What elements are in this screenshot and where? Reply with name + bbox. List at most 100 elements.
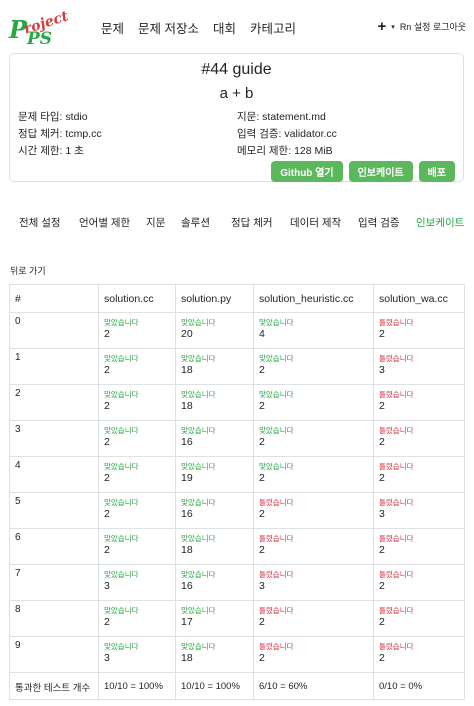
verdict-label: 맞았습니다: [104, 354, 139, 363]
result-cell: 틀렸습니다 3: [373, 348, 465, 385]
chevron-down-icon[interactable]: ▾: [391, 23, 395, 31]
test-id: 8: [9, 600, 99, 637]
github-open-button[interactable]: Github 열기: [271, 161, 343, 182]
back-link[interactable]: 뒤로 가기: [10, 264, 46, 277]
tab-solutions[interactable]: 솔루션: [181, 215, 210, 230]
column-header: solution_heuristic.cc: [253, 284, 374, 313]
validator-label: 입력 검증:: [237, 128, 282, 140]
checker: 정답 체커: tcmp.cc: [18, 126, 102, 141]
plus-icon[interactable]: +: [378, 19, 387, 34]
verdict-label: 맞았습니다: [181, 498, 216, 507]
validator: 입력 검증: validator.cc: [237, 126, 337, 141]
verdict-label: 틀렸습니다: [379, 534, 414, 543]
nav-right: + ▾ Rn 설정 로그아웃: [378, 19, 466, 34]
result-cell: 맞았습니다 2: [253, 384, 374, 421]
nav-link-contests[interactable]: 대회: [213, 18, 236, 37]
tab-validator[interactable]: 입력 검증: [358, 215, 400, 230]
problem-type: 문제 타입: stdio: [18, 109, 88, 124]
result-value: 2: [379, 616, 385, 628]
validator-value: validator.cc: [284, 128, 337, 140]
result-cell: 맞았습니다 16: [175, 420, 254, 457]
result-cell: 틀렸습니다 2: [253, 528, 374, 565]
table-row: 0 맞았습니다 2 맞았습니다 20 맞았습니다 4 틀렸습니다 2: [9, 312, 465, 349]
logo[interactable]: P roject PS: [6, 4, 76, 46]
statement-value: statement.md: [262, 111, 326, 123]
verdict-label: 틀렸습니다: [259, 570, 294, 579]
verdict-label: 틀렸습니다: [379, 462, 414, 471]
tab-statement[interactable]: 지문: [146, 215, 165, 230]
result-value: 4: [259, 328, 265, 340]
result-cell: 맞았습니다 2: [98, 348, 176, 385]
result-value: 16: [181, 508, 193, 520]
result-value: 2: [379, 544, 385, 556]
verdict-label: 맞았습니다: [104, 570, 139, 579]
result-value: 2: [259, 436, 265, 448]
statement-label: 지문:: [237, 111, 260, 123]
card-buttons: Github 열기 인보케이트 배포: [271, 161, 455, 182]
result-value: 19: [181, 472, 193, 484]
checker-label: 정답 체커:: [18, 128, 63, 140]
table-row: 8 맞았습니다 2 맞았습니다 17 틀렸습니다 2 틀렸습니다 2: [9, 600, 465, 637]
nav-link-problems[interactable]: 문제: [101, 18, 124, 37]
result-cell: 맞았습니다 4: [253, 312, 374, 349]
result-cell: 맞았습니다 18: [175, 348, 254, 385]
tab-invoke[interactable]: 인보케이트: [416, 215, 464, 230]
result-cell: 맞았습니다 2: [98, 312, 176, 349]
test-id: 1: [9, 348, 99, 385]
verdict-label: 맞았습니다: [181, 318, 216, 327]
result-cell: 맞았습니다 16: [175, 564, 254, 601]
result-value: 18: [181, 400, 193, 412]
result-value: 3: [379, 508, 385, 520]
test-id: 2: [9, 384, 99, 421]
table-row: 3 맞았습니다 2 맞았습니다 16 맞았습니다 2 틀렸습니다 2: [9, 420, 465, 457]
result-cell: 틀렸습니다 2: [373, 384, 465, 421]
result-value: 2: [379, 472, 385, 484]
result-value: 2: [259, 652, 265, 664]
result-value: 2: [259, 544, 265, 556]
result-value: 3: [104, 580, 110, 592]
column-header: solution.cc: [98, 284, 176, 313]
result-value: 2: [259, 400, 265, 412]
passed-count: 0/10 = 0%: [373, 672, 465, 700]
result-cell: 맞았습니다 2: [98, 420, 176, 457]
verdict-label: 틀렸습니다: [379, 354, 414, 363]
result-cell: 틀렸습니다 2: [373, 600, 465, 637]
result-cell: 틀렸습니다 3: [373, 492, 465, 529]
verdict-label: 맞았습니다: [104, 534, 139, 543]
invoke-button[interactable]: 인보케이트: [348, 161, 413, 182]
passed-count: 6/10 = 60%: [253, 672, 374, 700]
tab-data-generation[interactable]: 데이터 제작: [290, 215, 341, 230]
test-id: 3: [9, 420, 99, 457]
result-value: 2: [379, 328, 385, 340]
table-row: 4 맞았습니다 2 맞았습니다 19 맞았습니다 2 틀렸습니다 2: [9, 456, 465, 493]
result-value: 2: [379, 400, 385, 412]
passed-count: 10/10 = 100%: [98, 672, 176, 700]
top-nav: P roject PS 문제 문제 저장소 대회 카테고리 + ▾ Rn 설정 …: [0, 0, 474, 52]
verdict-label: 맞았습니다: [181, 462, 216, 471]
result-value: 2: [104, 544, 110, 556]
verdict-label: 맞았습니다: [259, 354, 294, 363]
nav-link-repository[interactable]: 문제 저장소: [138, 18, 199, 37]
result-value: 2: [259, 616, 265, 628]
tab-general[interactable]: 전체 설정: [19, 215, 61, 230]
problem-title: #44 guide: [201, 61, 272, 78]
result-cell: 맞았습니다 3: [98, 564, 176, 601]
table-row: 7 맞았습니다 3 맞았습니다 16 틀렸습니다 3 틀렸습니다 2: [9, 564, 465, 601]
user-menu[interactable]: Rn 설정 로그아웃: [400, 20, 466, 33]
result-value: 2: [104, 328, 110, 340]
verdict-label: 맞았습니다: [104, 642, 139, 651]
tab-checker[interactable]: 정답 체커: [231, 215, 273, 230]
result-cell: 틀렸습니다 2: [253, 600, 374, 637]
verdict-label: 맞았습니다: [181, 426, 216, 435]
result-value: 16: [181, 436, 193, 448]
result-value: 2: [379, 652, 385, 664]
svg-text:PS: PS: [26, 29, 52, 46]
memory-limit: 메모리 제한: 128 MiB: [237, 143, 333, 158]
nav-link-categories[interactable]: 카테고리: [250, 18, 296, 37]
result-cell: 틀렸습니다 2: [253, 492, 374, 529]
result-value: 18: [181, 544, 193, 556]
tab-language-limits[interactable]: 언어별 제한: [79, 215, 130, 230]
deploy-button[interactable]: 배포: [418, 161, 455, 182]
verdict-label: 틀렸습니다: [379, 426, 414, 435]
result-cell: 맞았습니다 18: [175, 636, 254, 673]
